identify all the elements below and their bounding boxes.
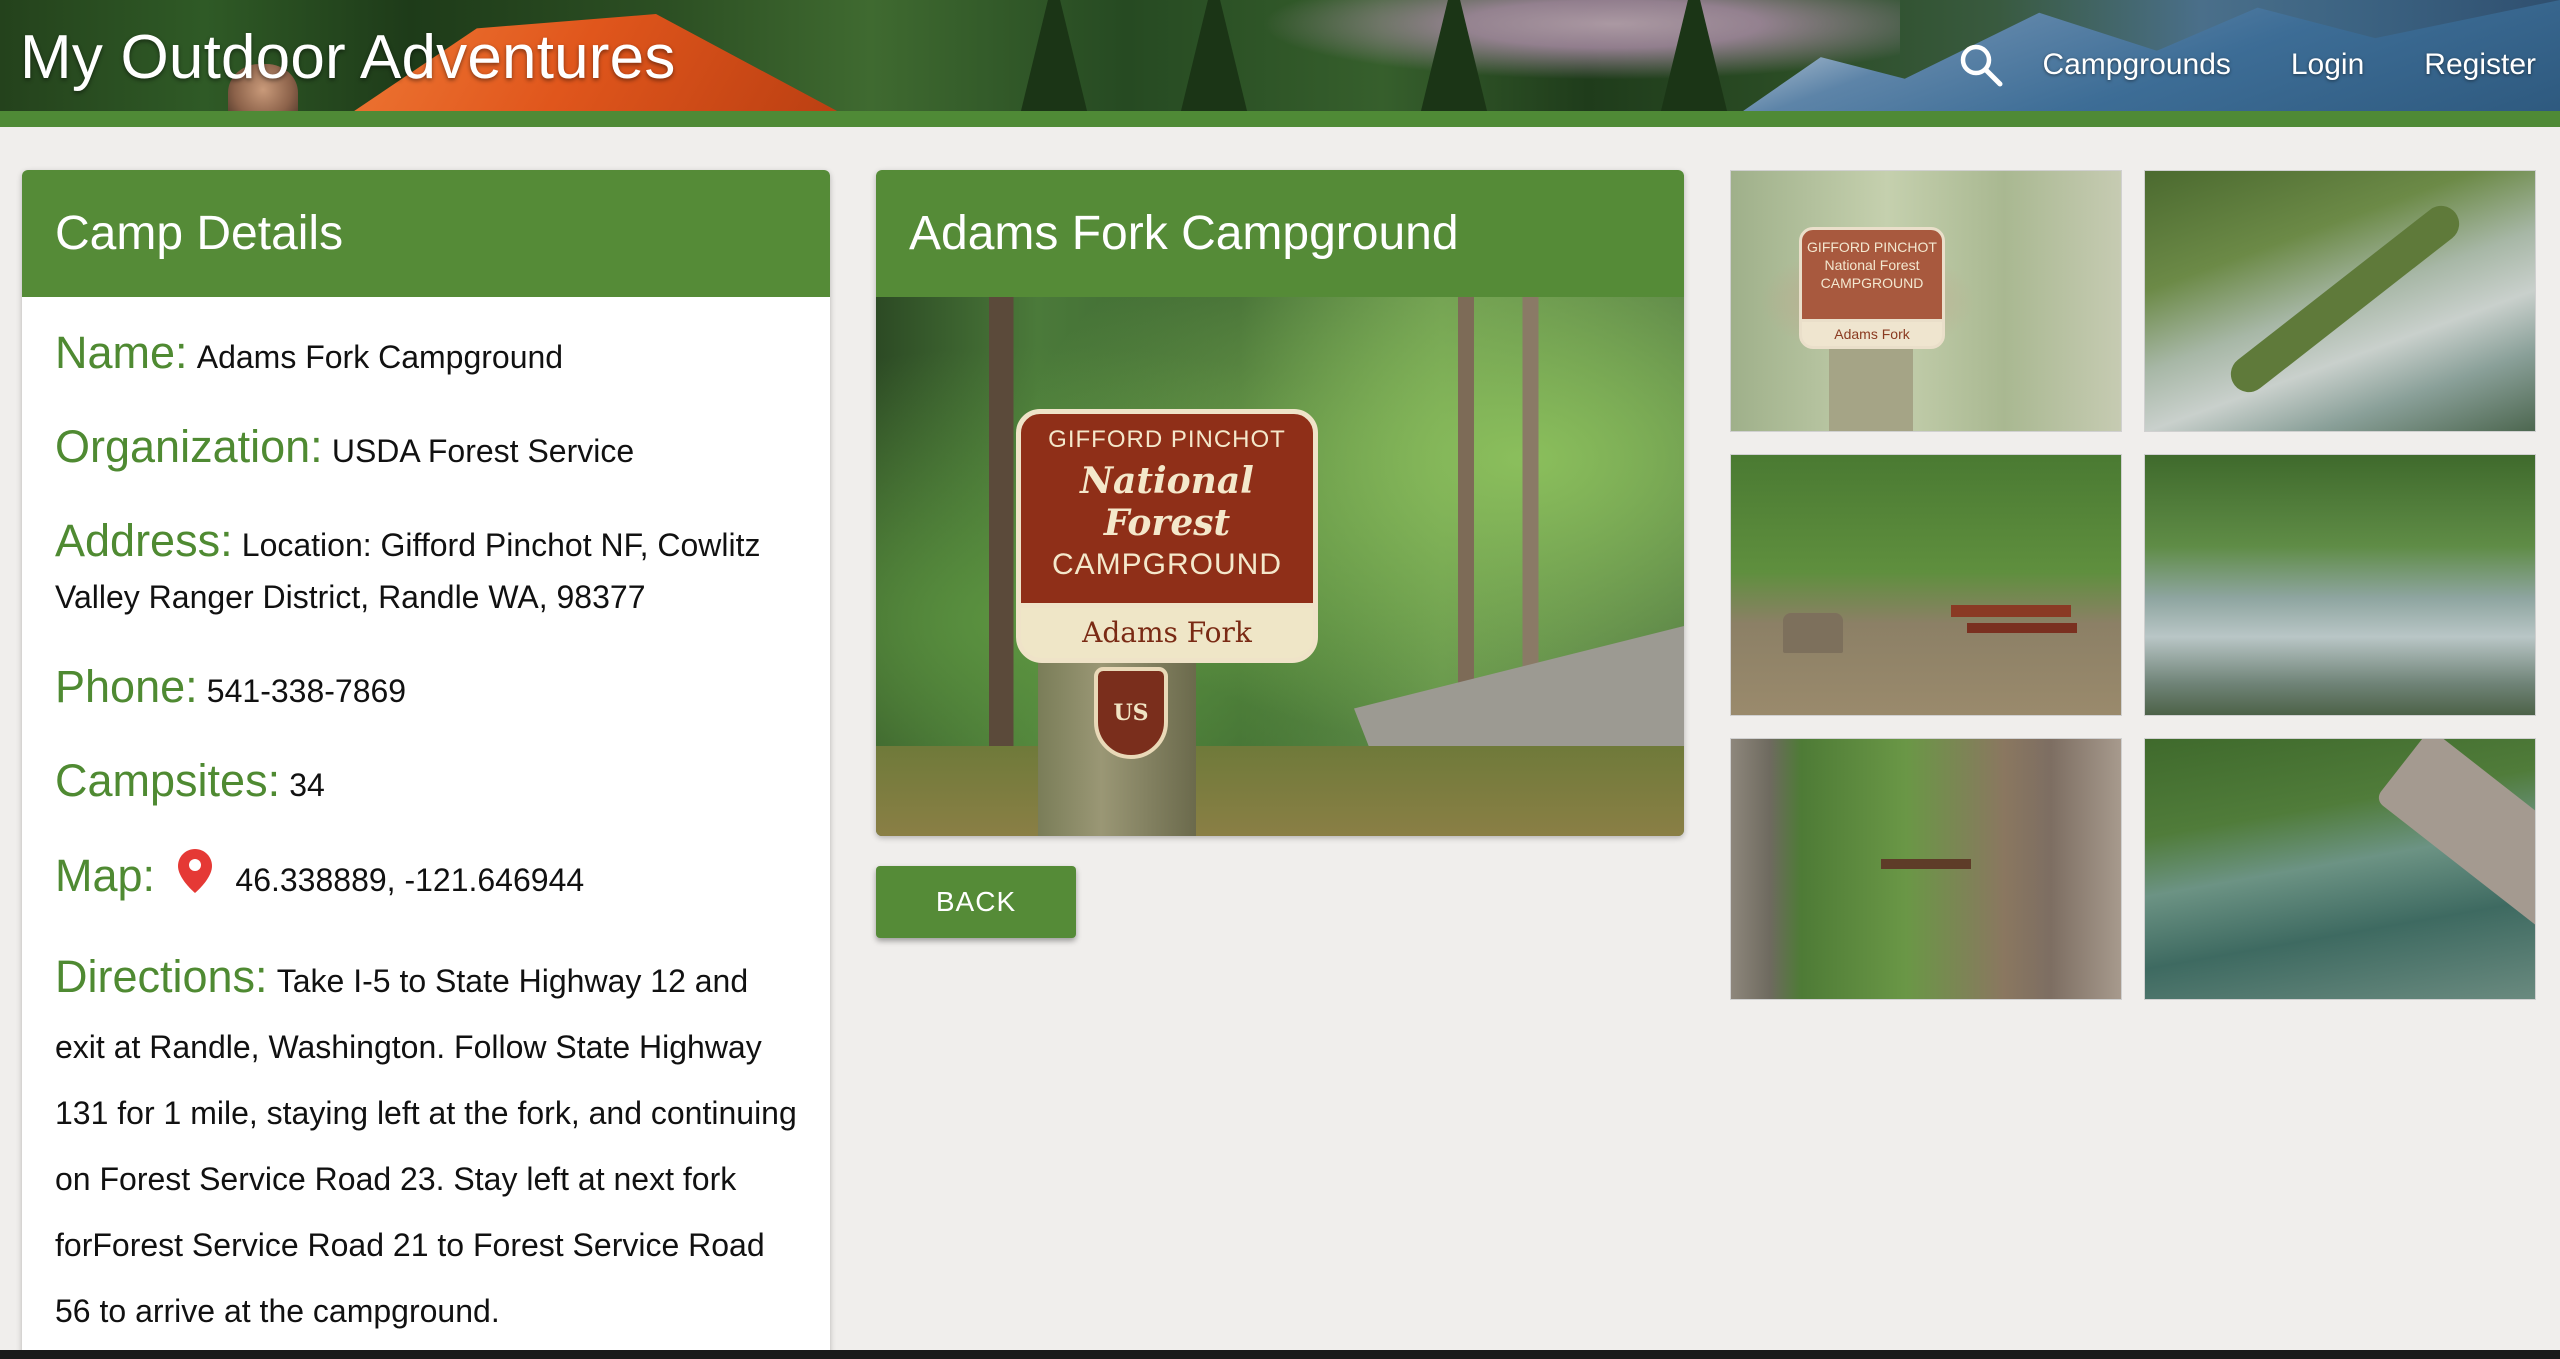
thumb-picnic-bench <box>1967 623 2077 633</box>
thumb-fallen-tree <box>2374 739 2535 960</box>
sign-line-3: CAMPGROUND <box>1051 548 1282 581</box>
header-stripe <box>0 111 2560 127</box>
campground-main-image: US GIFFORD PINCHOT National Forest CAMPG… <box>876 297 1684 836</box>
main-nav: Campgrounds Login Register <box>1954 38 2536 92</box>
ground <box>876 746 1684 836</box>
gallery-thumb-campsite-table[interactable] <box>1730 454 2122 716</box>
header-tree <box>1020 0 1088 115</box>
header-sky <box>1260 0 1900 80</box>
campground-card: Adams Fork Campground US GIFFORD PINCHOT… <box>876 170 1684 836</box>
organization-label: Organization: <box>55 421 323 472</box>
thumb-picnic-table <box>1951 605 2071 617</box>
nav-login[interactable]: Login <box>2291 48 2364 82</box>
thumb-log <box>2223 198 2467 400</box>
phone-label: Phone: <box>55 661 198 712</box>
thumb-stump <box>1783 613 1843 653</box>
header-tree <box>1660 0 1728 115</box>
field-name: Name: Adams Fork Campground <box>55 327 797 383</box>
forest-service-shield: US <box>1094 667 1168 759</box>
gallery-thumb-river-log[interactable] <box>2144 170 2536 432</box>
header-tree <box>1180 0 1248 115</box>
thumb-sign-line-2: National Forest <box>1824 257 1920 273</box>
gallery-thumb-river[interactable] <box>2144 454 2536 716</box>
campground-sign: GIFFORD PINCHOT National Forest CAMPGROU… <box>1016 409 1318 609</box>
gallery-thumb-campsite-trees[interactable] <box>1730 738 2122 1000</box>
back-button[interactable]: BACK <box>876 866 1076 938</box>
field-directions: Directions: Take I-5 to State Highway 12… <box>55 944 797 1344</box>
thumb-sign-name: Adams Fork <box>1799 319 1945 349</box>
field-address: Address: Location: Gifford Pinchot NF, C… <box>55 515 797 623</box>
search-icon[interactable] <box>1954 38 2008 92</box>
thumb-picnic-table <box>1881 859 1971 869</box>
nav-register[interactable]: Register <box>2424 48 2536 82</box>
name-label: Name: <box>55 327 188 378</box>
map-pin-icon[interactable] <box>178 849 213 893</box>
map-coordinates[interactable]: 46.338889, -121.646944 <box>235 862 584 898</box>
sign-line-2: National Forest <box>1080 460 1254 544</box>
field-map: Map: 46.338889, -121.646944 <box>55 849 797 906</box>
campsites-label: Campsites: <box>55 755 281 806</box>
thumb-sign-line-1: GIFFORD PINCHOT <box>1807 239 1937 255</box>
gallery-thumb-river-fallen-tree[interactable] <box>2144 738 2536 1000</box>
sign-name-plate: Adams Fork <box>1016 603 1318 663</box>
address-label: Address: <box>55 515 233 566</box>
organization-value: USDA Forest Service <box>331 433 635 469</box>
field-organization: Organization: USDA Forest Service <box>55 421 797 477</box>
camp-details-body: Name: Adams Fork Campground Organization… <box>22 297 830 1344</box>
thumb-sign: GIFFORD PINCHOT National Forest CAMPGROU… <box>1799 227 1945 323</box>
phone-value: 541-338-7869 <box>206 673 407 709</box>
map-label: Map: <box>55 850 156 901</box>
photo-gallery: GIFFORD PINCHOT National Forest CAMPGROU… <box>1730 170 2536 1000</box>
name-value: Adams Fork Campground <box>196 339 564 375</box>
thumb-sign-line-3: CAMPGROUND <box>1820 275 1924 291</box>
camp-details-heading: Camp Details <box>22 170 830 297</box>
campground-heading: Adams Fork Campground <box>876 170 1684 297</box>
campsites-value: 34 <box>289 767 325 803</box>
sign-line-1: GIFFORD PINCHOT <box>1048 426 1286 453</box>
window-bottom-edge <box>0 1350 2560 1359</box>
directions-value: Take I-5 to State Highway 12 and exit at… <box>55 963 797 1329</box>
directions-label: Directions: <box>55 951 268 1002</box>
nav-campgrounds[interactable]: Campgrounds <box>2042 48 2230 82</box>
field-phone: Phone: 541-338-7869 <box>55 661 797 717</box>
field-campsites: Campsites: 34 <box>55 755 797 811</box>
site-title[interactable]: My Outdoor Adventures <box>20 22 676 93</box>
site-header: My Outdoor Adventures Campgrounds Login … <box>0 0 2560 127</box>
thumb-post <box>1829 349 1913 431</box>
gallery-thumb-sign[interactable]: GIFFORD PINCHOT National Forest CAMPGROU… <box>1730 170 2122 432</box>
header-tree <box>1420 0 1488 115</box>
camp-details-card: Camp Details Name: Adams Fork Campground… <box>22 170 830 1359</box>
